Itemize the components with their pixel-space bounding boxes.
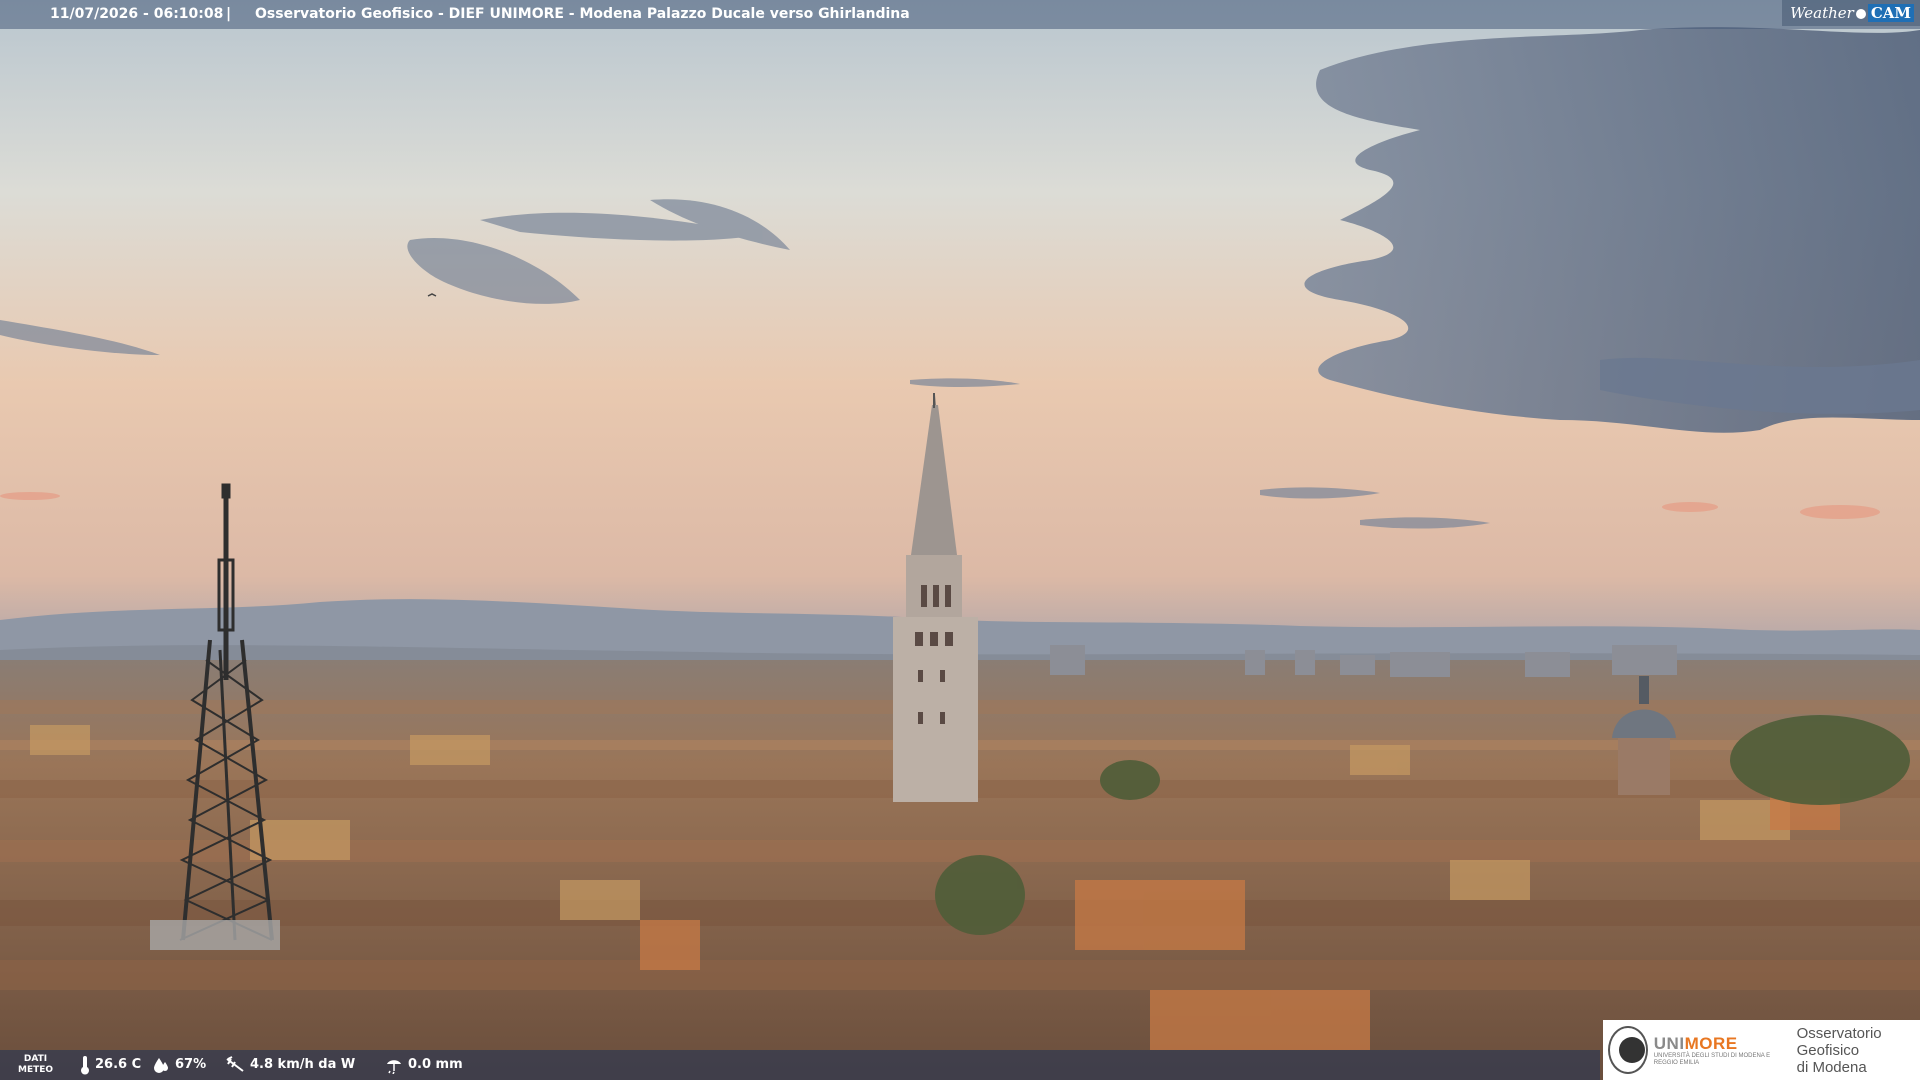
webcam-photo bbox=[0, 0, 1920, 1080]
rain-gauge-icon bbox=[387, 1060, 401, 1074]
wind-reading: 4.8 km/h da W bbox=[225, 1050, 355, 1080]
storm-cloud bbox=[1304, 27, 1920, 433]
humidity-drop-icon bbox=[154, 1058, 168, 1073]
weather-data-bar: DATI METEO 26.6 C 67% 4.8 km/h da W 0.0 … bbox=[0, 1050, 1600, 1080]
temperature-value: 26.6 C bbox=[95, 1057, 142, 1072]
university-seal-icon bbox=[1608, 1026, 1648, 1074]
brand-weather-text: Weather bbox=[1790, 4, 1854, 22]
temperature-reading: 26.6 C bbox=[80, 1050, 141, 1080]
humidity-value: 67% bbox=[175, 1057, 207, 1072]
humidity-reading: 67% bbox=[152, 1050, 206, 1080]
unimore-logo-box[interactable]: UNIMORE UNIVERSITÀ DEGLI STUDI DI MODENA… bbox=[1603, 1020, 1920, 1080]
weather-data-label: DATI METEO bbox=[18, 1054, 54, 1075]
unimore-name-part2: MORE bbox=[1684, 1033, 1738, 1053]
caption-separator: | bbox=[226, 6, 232, 22]
rain-value: 0.0 mm bbox=[408, 1057, 463, 1072]
brand-dot-icon bbox=[1855, 9, 1866, 19]
webcam-caption-bar: 11/07/2026 - 06:10:08 | Osservatorio Geo… bbox=[0, 0, 1920, 29]
wind-icon bbox=[226, 1056, 244, 1072]
wind-value: 4.8 km/h da W bbox=[250, 1057, 356, 1072]
unimore-name-part1: UNI bbox=[1653, 1033, 1685, 1053]
brand-cam-text: CAM bbox=[1867, 4, 1914, 22]
thermometer-icon bbox=[81, 1056, 89, 1075]
camera-title: Osservatorio Geofisico - DIEF UNIMORE - … bbox=[255, 6, 910, 22]
rain-reading: 0.0 mm bbox=[385, 1050, 463, 1080]
observatory-name: Osservatorio Geofisico di Modena bbox=[1796, 1024, 1882, 1076]
weathercam-logo[interactable]: Weather CAM bbox=[1782, 0, 1920, 26]
timestamp: 11/07/2026 - 06:10:08 bbox=[50, 6, 224, 22]
unimore-subtitle: UNIVERSITÀ DEGLI STUDI DI MODENA E REGGI… bbox=[1653, 1052, 1771, 1066]
unimore-wordmark: UNIMORE UNIVERSITÀ DEGLI STUDI DI MODENA… bbox=[1654, 1034, 1787, 1067]
